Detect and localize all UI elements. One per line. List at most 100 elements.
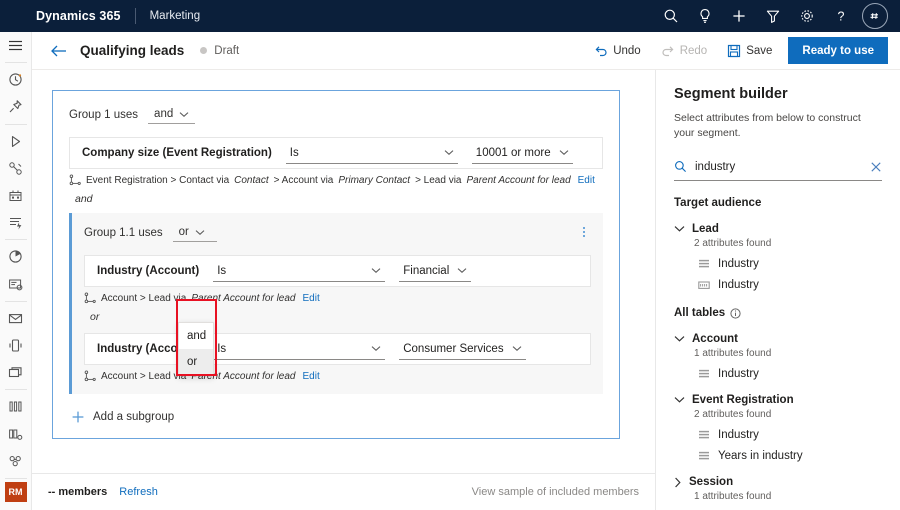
help-icon[interactable]: ?	[824, 0, 858, 32]
chevron-down-icon	[444, 149, 454, 156]
table-header-session[interactable]: Session	[674, 476, 882, 488]
chevron-down-icon	[195, 229, 205, 236]
analytics-pie-icon[interactable]	[0, 243, 32, 270]
gear-icon[interactable]	[790, 0, 824, 32]
plus-icon[interactable]	[722, 0, 756, 32]
group-1-container: Group 1 uses and Company size (Event Reg…	[52, 90, 620, 439]
attribute-item[interactable]: Industry	[698, 368, 882, 380]
undo-button[interactable]: Undo	[584, 37, 651, 65]
filter-icon[interactable]	[756, 0, 790, 32]
condition-attribute: Company size (Event Registration)	[82, 147, 272, 159]
path-segment: Account > Lead via	[101, 293, 186, 304]
list-attribute-icon	[698, 369, 710, 380]
relationship-icon	[84, 292, 96, 304]
path-relationship: Contact	[234, 175, 268, 186]
condition-value-select[interactable]: 10001 or more	[472, 142, 573, 164]
segment-builder-subtitle: Select attributes from below to construc…	[674, 111, 882, 141]
attribute-item[interactable]: Years in industry	[698, 450, 882, 462]
attribute-item[interactable]: Industry	[698, 258, 882, 270]
refresh-link[interactable]: Refresh	[119, 486, 158, 498]
customer-journey-icon[interactable]	[0, 155, 32, 182]
back-arrow-icon[interactable]	[44, 36, 74, 66]
condition-value-select[interactable]: Financial	[399, 260, 471, 282]
attribute-search-input[interactable]: industry	[674, 155, 882, 181]
marketing-page-icon[interactable]	[0, 271, 32, 298]
group-1-operator-value: and	[154, 108, 173, 120]
path-segment: > Lead via	[415, 175, 461, 186]
play-journey-icon[interactable]	[0, 128, 32, 155]
relationship-icon	[84, 370, 96, 382]
mobile-page-icon[interactable]	[0, 332, 32, 359]
quick-campaign-icon[interactable]	[0, 209, 32, 236]
table-attribute-count: 2 attributes found	[694, 409, 882, 420]
undo-label: Undo	[613, 45, 641, 57]
path-segment: Event Registration > Contact via	[86, 175, 229, 186]
target-audience-label: Target audience	[674, 197, 761, 209]
suite-actions: ?	[654, 0, 900, 32]
dropdown-option-or[interactable]: or	[179, 349, 213, 375]
user-avatar[interactable]	[862, 3, 888, 29]
path-edit-link[interactable]: Edit	[302, 371, 319, 382]
path-relationship: Parent Account for lead	[467, 175, 571, 186]
chevron-down-icon	[512, 345, 522, 352]
dropdown-option-and[interactable]: and	[179, 323, 213, 349]
condition-value-select[interactable]: Consumer Services	[399, 338, 525, 360]
hamburger-menu-icon[interactable]	[0, 32, 32, 59]
table-group-account: Account 1 attributes found Industry	[674, 333, 882, 380]
members-status-bar: -- members Refresh View sample of includ…	[32, 473, 655, 510]
chevron-right-icon	[674, 477, 682, 488]
path-edit-link[interactable]: Edit	[302, 293, 319, 304]
app-window: Dynamics 365 Marketing ?	[0, 0, 900, 510]
rail-divider	[5, 478, 27, 479]
add-subgroup-button[interactable]: Add a subgroup	[71, 410, 619, 424]
user-initials-avatar[interactable]: RM	[5, 482, 27, 502]
segments-icon[interactable]	[0, 393, 32, 420]
rail-divider	[5, 301, 27, 302]
email-icon[interactable]	[0, 305, 32, 332]
segment-builder-title: Segment builder	[674, 86, 882, 102]
brand-label: Dynamics 365	[36, 9, 121, 23]
lightbulb-icon[interactable]	[688, 0, 722, 32]
table-header-account[interactable]: Account	[674, 333, 882, 345]
pinned-icon[interactable]	[0, 93, 32, 120]
attribute-name: Industry	[718, 368, 759, 380]
ready-to-use-button[interactable]: Ready to use	[788, 37, 888, 64]
group-1-1-operator-select[interactable]: or	[173, 224, 217, 242]
attribute-name: Industry	[718, 429, 759, 441]
redo-button[interactable]: Redo	[651, 37, 718, 65]
group-1-operator-select[interactable]: and	[148, 106, 195, 124]
chevron-down-icon	[371, 267, 381, 274]
group-1-label: Group 1 uses	[69, 109, 138, 121]
search-icon[interactable]	[654, 0, 688, 32]
path-edit-link[interactable]: Edit	[578, 175, 595, 186]
condition-operator-value: Is	[290, 147, 299, 159]
chevron-down-icon	[674, 225, 685, 233]
suite-bar: Dynamics 365 Marketing ?	[0, 0, 900, 32]
table-header-lead[interactable]: Lead	[674, 223, 882, 235]
group-1-1-header: Group 1.1 uses or	[72, 221, 603, 245]
table-group-session: Session 1 attributes found	[674, 476, 882, 502]
chevron-down-icon	[371, 345, 381, 352]
recent-clock-icon[interactable]	[0, 66, 32, 93]
save-button[interactable]: Save	[717, 37, 782, 65]
table-header-event-registration[interactable]: Event Registration	[674, 394, 882, 406]
table-group-lead: Lead 2 attributes found Industry Industr…	[674, 223, 882, 291]
chevron-down-icon	[674, 335, 685, 343]
table-name: Lead	[692, 223, 719, 235]
group-1-1-more-options-icon[interactable]	[577, 221, 591, 243]
attribute-item[interactable]: Industry	[698, 429, 882, 441]
forms-icon[interactable]	[0, 359, 32, 386]
subscription-lists-icon[interactable]	[0, 421, 32, 448]
search-query-value: industry	[695, 161, 862, 173]
condition-operator-select[interactable]: Is	[213, 260, 385, 282]
condition-operator-select[interactable]: Is	[286, 142, 458, 164]
attribute-item[interactable]: Industry	[698, 279, 882, 291]
events-icon[interactable]	[0, 182, 32, 209]
view-sample-link[interactable]: View sample of included members	[472, 486, 639, 498]
leads-icon[interactable]	[0, 448, 32, 475]
condition-operator-select[interactable]: Is	[213, 338, 385, 360]
group-1-1-container: Group 1.1 uses or Industry (Account) Is …	[69, 213, 603, 394]
condition-attribute: Industry (Account)	[97, 265, 199, 277]
condition-row: Company size (Event Registration) Is 100…	[69, 137, 603, 169]
command-bar: Qualifying leads Draft Undo Redo Save Re…	[32, 32, 900, 70]
